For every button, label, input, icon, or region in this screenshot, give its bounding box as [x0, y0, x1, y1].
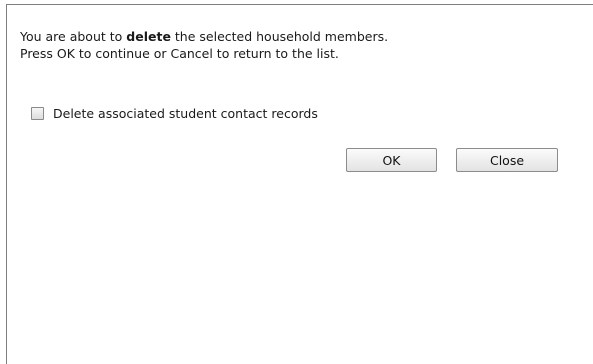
- dialog-message: You are about to delete the selected hou…: [20, 28, 388, 62]
- delete-contacts-option[interactable]: Delete associated student contact record…: [31, 106, 318, 121]
- close-button[interactable]: Close: [456, 148, 558, 172]
- message-emphasis: delete: [126, 29, 171, 44]
- delete-contacts-label[interactable]: Delete associated student contact record…: [53, 106, 318, 121]
- delete-contacts-checkbox[interactable]: [31, 107, 44, 120]
- ok-button[interactable]: OK: [346, 148, 437, 172]
- message-line-2: Press OK to continue or Cancel to return…: [20, 46, 339, 61]
- message-prefix: You are about to: [20, 29, 127, 44]
- message-suffix: the selected household members.: [170, 29, 389, 44]
